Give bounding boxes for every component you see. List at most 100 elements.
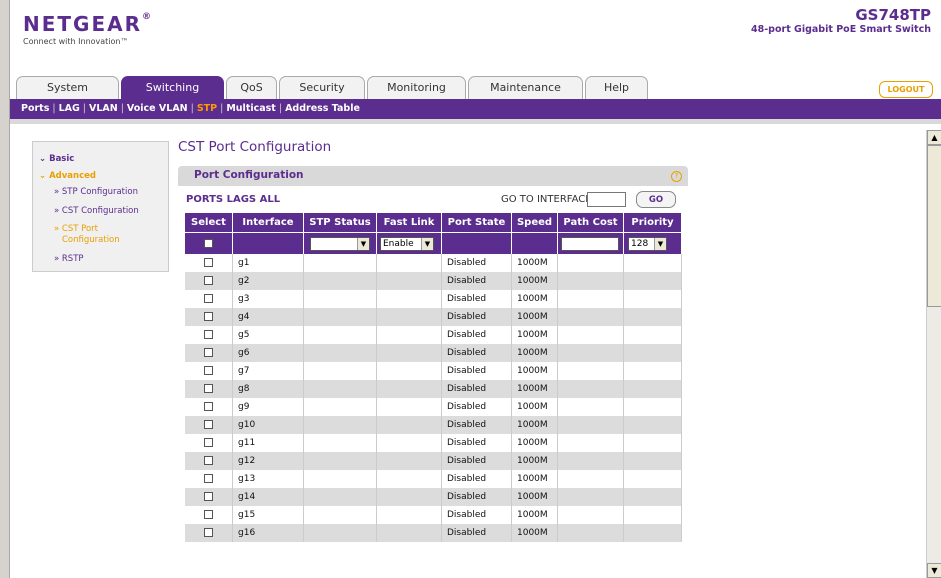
subnav-separator: |: [278, 103, 283, 114]
menu-cst-port-configuration[interactable]: » CST Port: [54, 224, 98, 234]
filter-priority-cell: 128 ▼: [623, 232, 682, 254]
fast-link-cell: [376, 362, 442, 380]
column-header-path-cost: Path Cost: [557, 212, 624, 233]
table-row: g9 Disabled 1000M: [184, 398, 682, 416]
interface-cell: g12: [232, 452, 304, 470]
main-tabs: System Switching QoS Security Monitoring…: [10, 76, 941, 99]
select-cell: [184, 326, 233, 344]
fast-link-select[interactable]: Enable ▼: [380, 236, 434, 251]
speed-cell: 1000M: [511, 308, 558, 326]
row-select-checkbox[interactable]: [204, 474, 213, 483]
logout-button[interactable]: LOGOUT: [879, 81, 933, 98]
select-cell: [184, 524, 233, 542]
fast-link-cell: [376, 380, 442, 398]
priority-select[interactable]: 128 ▼: [628, 236, 667, 251]
subnav-ports[interactable]: Ports: [21, 103, 49, 114]
tab-help[interactable]: Help: [585, 76, 648, 99]
tab-switching[interactable]: Switching: [121, 76, 224, 99]
stp-status-cell: [303, 272, 377, 290]
row-select-checkbox[interactable]: [204, 456, 213, 465]
stp-status-cell: [303, 434, 377, 452]
port-state-cell: Disabled: [441, 326, 512, 344]
go-button[interactable]: GO: [636, 191, 676, 208]
row-select-checkbox[interactable]: [204, 510, 213, 519]
netgear-logo: NETGEAR®: [23, 12, 153, 36]
path-cost-input[interactable]: [561, 236, 619, 251]
speed-cell: 1000M: [511, 398, 558, 416]
speed-cell: 1000M: [511, 254, 558, 272]
row-select-checkbox[interactable]: [204, 402, 213, 411]
port-state-cell: Disabled: [441, 380, 512, 398]
tab-system[interactable]: System: [16, 76, 119, 99]
stp-status-cell: [303, 290, 377, 308]
row-select-checkbox[interactable]: [204, 258, 213, 267]
interface-cell: g8: [232, 380, 304, 398]
vertical-scrollbar[interactable]: ▲ ▼: [926, 130, 941, 578]
tab-monitoring[interactable]: Monitoring: [367, 76, 466, 99]
subnav-vlan[interactable]: VLAN: [89, 103, 118, 114]
port-state-cell: Disabled: [441, 488, 512, 506]
ports-lags-all-links[interactable]: PORTS LAGS ALL: [186, 194, 280, 205]
path-cost-cell: [557, 254, 624, 272]
help-icon[interactable]: ?: [671, 171, 682, 182]
speed-cell: 1000M: [511, 470, 558, 488]
stp-status-cell: [303, 506, 377, 524]
scroll-up-arrow-icon[interactable]: ▲: [927, 130, 941, 145]
priority-cell: [623, 326, 682, 344]
model-description: 48-port Gigabit PoE Smart Switch: [751, 24, 931, 35]
row-select-checkbox[interactable]: [204, 492, 213, 501]
subnav-stp[interactable]: STP: [197, 103, 217, 114]
row-select-checkbox[interactable]: [204, 330, 213, 339]
select-all-checkbox[interactable]: [204, 238, 213, 248]
port-state-cell: Disabled: [441, 254, 512, 272]
row-select-checkbox[interactable]: [204, 420, 213, 429]
tab-security[interactable]: Security: [279, 76, 365, 99]
port-state-cell: Disabled: [441, 470, 512, 488]
interface-cell: g13: [232, 470, 304, 488]
interface-cell: g10: [232, 416, 304, 434]
row-select-checkbox[interactable]: [204, 438, 213, 447]
stp-status-select[interactable]: ▼: [310, 236, 370, 251]
menu-advanced[interactable]: ⌄ Advanced: [39, 171, 96, 181]
menu-stp-configuration[interactable]: » STP Configuration: [54, 187, 138, 197]
fast-link-cell: [376, 506, 442, 524]
scroll-down-arrow-icon[interactable]: ▼: [927, 563, 941, 578]
row-select-checkbox[interactable]: [204, 528, 213, 537]
row-select-checkbox[interactable]: [204, 366, 213, 375]
stp-status-cell: [303, 398, 377, 416]
menu-basic[interactable]: ⌄ Basic: [39, 154, 74, 164]
fast-link-cell: [376, 524, 442, 542]
table-row: g11 Disabled 1000M: [184, 434, 682, 452]
subnav-address-table[interactable]: Address Table: [285, 103, 360, 114]
interface-cell: g2: [232, 272, 304, 290]
menu-rstp[interactable]: » RSTP: [54, 254, 84, 264]
row-select-checkbox[interactable]: [204, 348, 213, 357]
menu-cst-configuration[interactable]: » CST Configuration: [54, 206, 139, 216]
tab-maintenance[interactable]: Maintenance: [468, 76, 583, 99]
port-state-cell: Disabled: [441, 434, 512, 452]
row-select-checkbox[interactable]: [204, 384, 213, 393]
speed-cell: 1000M: [511, 380, 558, 398]
priority-cell: [623, 416, 682, 434]
subnav-voice-vlan[interactable]: Voice VLAN: [127, 103, 188, 114]
row-select-checkbox[interactable]: [204, 312, 213, 321]
sub-navigation: Ports | LAG | VLAN | Voice VLAN | STP | Multicast |…: [10, 99, 941, 119]
menu-cst-port-configuration-line2[interactable]: Configuration: [62, 235, 120, 245]
scrollbar-thumb[interactable]: [927, 145, 941, 307]
interface-cell: g16: [232, 524, 304, 542]
port-state-cell: Disabled: [441, 308, 512, 326]
stp-status-cell: [303, 470, 377, 488]
subnav-multicast[interactable]: Multicast: [226, 103, 276, 114]
priority-cell: [623, 362, 682, 380]
fast-link-cell: [376, 308, 442, 326]
fast-link-cell: [376, 416, 442, 434]
filter-fast-link-cell: Enable ▼: [376, 232, 442, 254]
goto-interface-input[interactable]: [587, 192, 626, 207]
interface-cell: g15: [232, 506, 304, 524]
subnav-lag[interactable]: LAG: [59, 103, 80, 114]
row-select-checkbox[interactable]: [204, 294, 213, 303]
filter-row: ▼ Enable ▼ 128 ▼: [184, 232, 682, 254]
port-state-cell: Disabled: [441, 416, 512, 434]
tab-qos[interactable]: QoS: [226, 76, 277, 99]
row-select-checkbox[interactable]: [204, 276, 213, 285]
